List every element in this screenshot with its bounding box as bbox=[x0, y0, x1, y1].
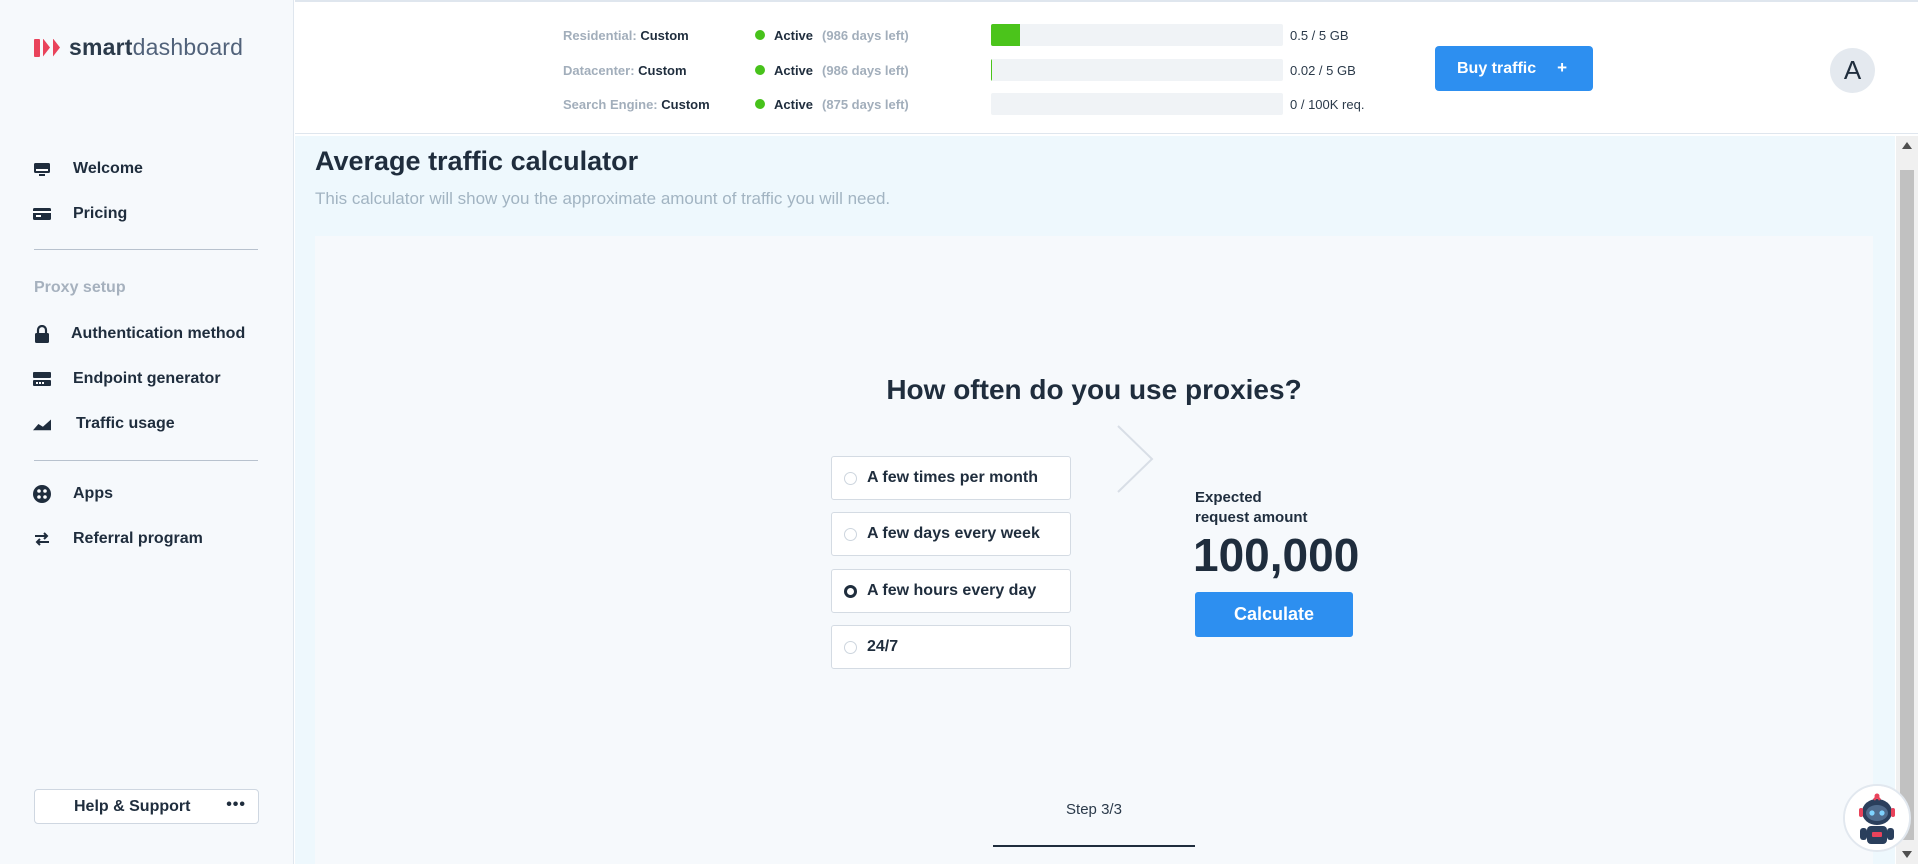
buy-traffic-button[interactable]: Buy traffic + bbox=[1435, 46, 1593, 91]
sidebar-item-pricing[interactable]: Pricing bbox=[33, 205, 127, 223]
sidebar-item-label: Authentication method bbox=[71, 325, 246, 342]
usage-progress-bar bbox=[991, 93, 1283, 115]
page-title: Average traffic calculator bbox=[315, 146, 639, 176]
subscription-row-datacenter: Datacenter: Custom Active (986 days left)… bbox=[563, 59, 1356, 81]
usage-progress-fill bbox=[991, 24, 1021, 46]
plus-icon: + bbox=[1557, 58, 1567, 77]
lock-icon bbox=[33, 325, 51, 343]
step-indicator: Step 3/3 bbox=[1066, 801, 1122, 818]
server-icon bbox=[33, 370, 51, 388]
transfer-icon bbox=[33, 530, 51, 548]
option-label: A few hours every day bbox=[867, 582, 1037, 599]
sidebar-divider bbox=[34, 460, 258, 461]
top-header: Residential: Custom Active (986 days left… bbox=[295, 0, 1918, 134]
usage-progress-fill bbox=[991, 59, 993, 81]
scrollbar-thumb[interactable] bbox=[1900, 170, 1914, 840]
logo-text: smartdashboard bbox=[69, 34, 244, 60]
chart-area-icon bbox=[33, 415, 51, 433]
main-content: Average traffic calculator This calculat… bbox=[295, 136, 1895, 864]
usage-progress-bar bbox=[991, 24, 1283, 46]
sidebar-item-welcome[interactable]: Welcome bbox=[33, 160, 143, 178]
usage-progress-bar bbox=[991, 59, 1283, 81]
user-avatar[interactable]: A bbox=[1830, 48, 1875, 93]
option-label: A few days every week bbox=[867, 525, 1040, 542]
page-subtitle: This calculator will show you the approx… bbox=[315, 189, 891, 208]
scroll-up-arrow-icon[interactable] bbox=[1902, 142, 1912, 149]
subscription-status: Active (875 days left) bbox=[755, 97, 991, 112]
chatbot-robot-icon[interactable] bbox=[1843, 784, 1911, 852]
sidebar-item-apps[interactable]: Apps bbox=[33, 485, 113, 503]
credit-card-icon bbox=[33, 205, 51, 223]
sidebar-item-label: Pricing bbox=[73, 205, 128, 222]
sidebar-item-label: Welcome bbox=[73, 160, 143, 177]
logo-mark-icon bbox=[34, 38, 60, 57]
radio-icon[interactable] bbox=[844, 527, 857, 541]
apps-grid-icon bbox=[33, 485, 51, 503]
subscription-label: Search Engine: Custom bbox=[563, 96, 710, 112]
radio-icon[interactable] bbox=[844, 640, 857, 654]
radio-checked-icon[interactable] bbox=[844, 584, 857, 598]
option-label: A few times per month bbox=[867, 469, 1038, 486]
calculate-button[interactable]: Calculate bbox=[1195, 592, 1353, 637]
sidebar-item-traffic-usage[interactable]: Traffic usage bbox=[33, 415, 175, 433]
sidebar-item-authentication-method[interactable]: Authentication method bbox=[33, 325, 245, 343]
subscription-row-search-engine: Search Engine: Custom Active (875 days le… bbox=[563, 93, 1364, 115]
chevron-right-icon bbox=[1115, 424, 1155, 499]
step-progress-line bbox=[993, 845, 1195, 847]
subscription-label: Datacenter: Custom bbox=[563, 62, 687, 78]
option-24-7[interactable]: 24/7 bbox=[831, 625, 1071, 669]
option-label: 24/7 bbox=[867, 638, 899, 655]
status-dot-icon bbox=[755, 99, 765, 109]
scroll-down-arrow-icon[interactable] bbox=[1902, 851, 1912, 858]
expected-request-label: Expected request amount bbox=[1195, 489, 1308, 526]
option-few-times-per-month[interactable]: A few times per month bbox=[831, 456, 1071, 500]
usage-text: 0.5 / 5 GB bbox=[1290, 27, 1349, 43]
radio-icon[interactable] bbox=[844, 471, 857, 485]
sidebar-divider bbox=[34, 249, 258, 250]
vertical-scrollbar[interactable] bbox=[1896, 136, 1918, 864]
question-heading: How often do you use proxies? bbox=[886, 374, 1302, 405]
help-support-button[interactable]: Help & Support ••• bbox=[34, 789, 259, 824]
sidebar-item-label: Apps bbox=[73, 485, 113, 502]
calculator-card: How often do you use proxies? A few time… bbox=[315, 236, 1873, 864]
usage-text: 0.02 / 5 GB bbox=[1290, 62, 1356, 78]
sidebar-item-referral-program[interactable]: Referral program bbox=[33, 530, 203, 548]
usage-text: 0 / 100K req. bbox=[1290, 96, 1365, 112]
monitor-icon bbox=[33, 160, 51, 178]
option-few-hours-every-day[interactable]: A few hours every day bbox=[831, 569, 1071, 613]
sidebar-item-label: Referral program bbox=[73, 530, 203, 547]
sidebar-section-title: Proxy setup bbox=[34, 279, 126, 296]
subscription-status: Active (986 days left) bbox=[755, 28, 991, 43]
subscription-status: Active (986 days left) bbox=[755, 63, 991, 78]
sidebar-item-endpoint-generator[interactable]: Endpoint generator bbox=[33, 370, 221, 388]
more-options-icon[interactable]: ••• bbox=[226, 797, 246, 813]
buy-traffic-label: Buy traffic bbox=[1457, 59, 1537, 77]
option-few-days-every-week[interactable]: A few days every week bbox=[831, 512, 1071, 556]
sidebar-item-label: Endpoint generator bbox=[73, 370, 221, 387]
expected-request-value: 100,000 bbox=[1193, 529, 1360, 581]
logo[interactable]: smartdashboard bbox=[34, 34, 243, 61]
help-support-label: Help & Support bbox=[74, 797, 191, 815]
status-dot-icon bbox=[755, 30, 765, 40]
subscription-row-residential: Residential: Custom Active (986 days left… bbox=[563, 24, 1349, 46]
subscription-label: Residential: Custom bbox=[563, 27, 689, 43]
sidebar-item-label: Traffic usage bbox=[76, 415, 175, 432]
sidebar: smartdashboard Welcome Pricing Proxy set… bbox=[0, 0, 294, 864]
status-dot-icon bbox=[755, 65, 765, 75]
